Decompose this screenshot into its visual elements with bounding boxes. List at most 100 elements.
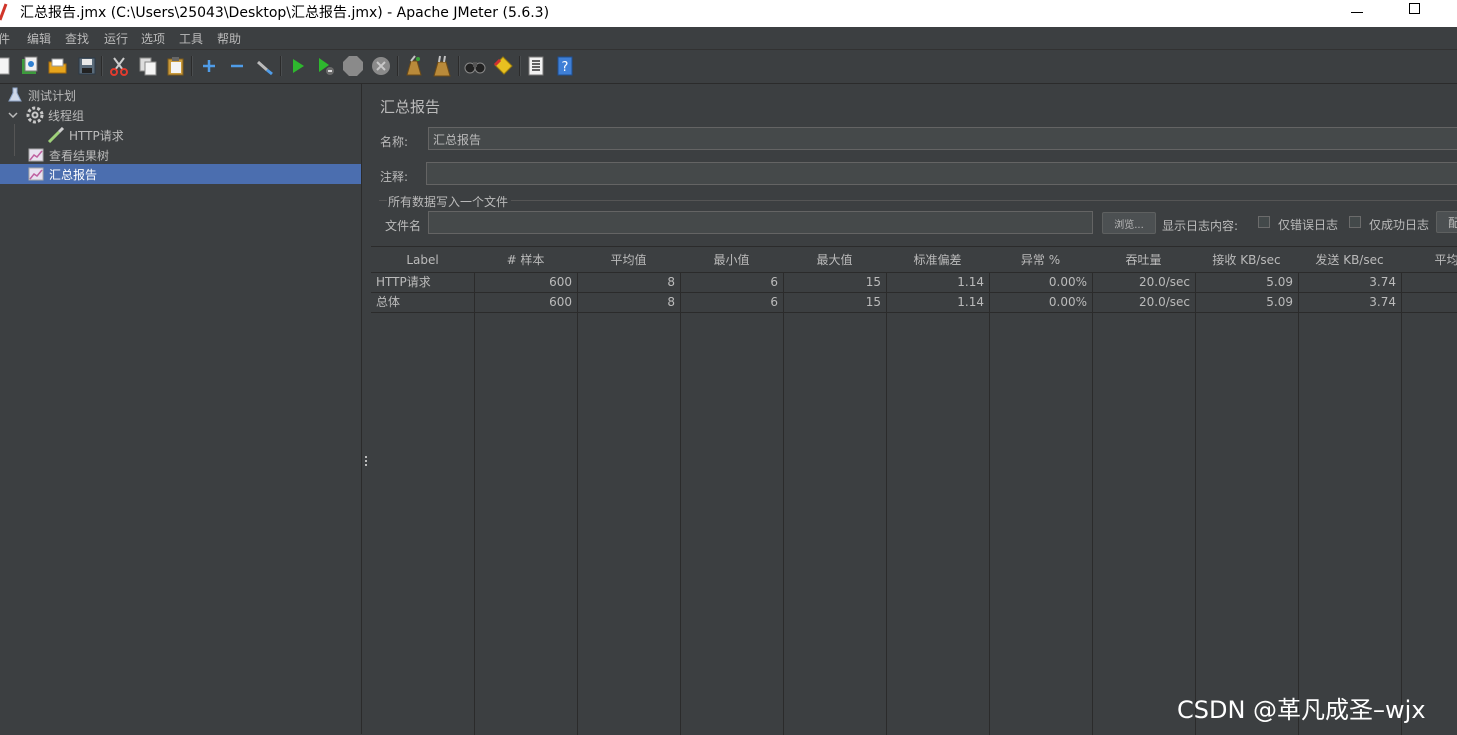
menu-bar: 件 编辑 查找 运行 选项 工具 帮助 bbox=[0, 27, 1457, 50]
column-header[interactable]: 异常 % bbox=[989, 247, 1093, 273]
menu-file[interactable]: 件 bbox=[0, 30, 10, 47]
save-icon[interactable] bbox=[76, 55, 98, 77]
filename-label: 文件名 bbox=[385, 219, 422, 233]
maximize-button[interactable] bbox=[1409, 3, 1420, 14]
table-cell: 5.09 bbox=[1195, 273, 1299, 293]
start-icon[interactable] bbox=[287, 55, 309, 77]
table-cell: 6 bbox=[680, 293, 784, 313]
column-header[interactable]: 最小值 bbox=[680, 247, 784, 273]
graph-icon bbox=[28, 148, 44, 162]
log-content-label: 显示日志内容: bbox=[1162, 219, 1239, 233]
table-cell: 15 bbox=[783, 273, 887, 293]
tree-item-summary-report[interactable]: 汇总报告 bbox=[0, 164, 361, 184]
column-header[interactable]: 吞吐量 bbox=[1092, 247, 1196, 273]
table-row[interactable]: HTTP请求 600 8 6 15 1.14 0.00% 20.0/sec 5.… bbox=[371, 273, 1457, 293]
tree-item-http-request[interactable]: HTTP请求 bbox=[47, 125, 124, 145]
browse-button[interactable]: 浏览... bbox=[1102, 212, 1156, 234]
name-field[interactable]: 汇总报告 bbox=[428, 127, 1457, 150]
help-icon[interactable]: ? bbox=[554, 55, 576, 77]
column-header[interactable]: 最大值 bbox=[783, 247, 887, 273]
split-pane-divider[interactable] bbox=[361, 84, 371, 734]
chevron-down-icon[interactable] bbox=[8, 110, 18, 120]
shutdown-icon[interactable] bbox=[370, 55, 392, 77]
table-cell: 3.74 bbox=[1298, 293, 1402, 313]
menu-options[interactable]: 选项 bbox=[141, 30, 165, 47]
window-title: 汇总报告.jmx (C:\Users\25043\Desktop\汇总报告.jm… bbox=[20, 5, 550, 21]
svg-text:?: ? bbox=[562, 60, 569, 75]
start-no-pause-icon[interactable] bbox=[315, 55, 337, 77]
comment-label: 注释: bbox=[380, 170, 409, 184]
table-header: Label # 样本 平均值 最小值 最大值 标准偏差 异常 % 吞吐量 接收 … bbox=[371, 247, 1457, 273]
pipette-icon bbox=[47, 127, 65, 143]
cut-icon[interactable] bbox=[108, 55, 130, 77]
configure-button[interactable]: 配 bbox=[1436, 211, 1457, 233]
table-cell: 总体 bbox=[371, 293, 475, 313]
toolbar: ? bbox=[0, 50, 1457, 84]
table-cell: 3.74 bbox=[1298, 273, 1402, 293]
column-header[interactable]: Label bbox=[371, 247, 475, 273]
stop-icon[interactable] bbox=[342, 55, 364, 77]
table-cell: 20.0/sec bbox=[1092, 293, 1196, 313]
paste-icon[interactable] bbox=[165, 55, 187, 77]
jmeter-logo-icon bbox=[0, 3, 8, 21]
table-cell: HTTP请求 bbox=[371, 273, 475, 293]
menu-tools[interactable]: 工具 bbox=[179, 30, 203, 47]
menu-help[interactable]: 帮助 bbox=[217, 30, 241, 47]
reset-search-icon[interactable] bbox=[492, 55, 514, 77]
table-cell: 8 bbox=[577, 273, 681, 293]
test-plan-tree: 测试计划 线程组 HTTP请求 查看结果树 汇总报告 bbox=[0, 84, 361, 734]
function-helper-icon[interactable] bbox=[525, 55, 547, 77]
column-header[interactable]: 平均字 bbox=[1401, 247, 1457, 273]
filename-field[interactable] bbox=[428, 211, 1093, 234]
table-cell: 0.00% bbox=[989, 273, 1093, 293]
table-cell: 20.0/sec bbox=[1092, 273, 1196, 293]
tree-item-label: HTTP请求 bbox=[69, 128, 124, 143]
clear-icon[interactable] bbox=[403, 55, 425, 77]
flask-icon bbox=[8, 87, 22, 102]
menu-search[interactable]: 查找 bbox=[65, 30, 89, 47]
collapse-icon[interactable] bbox=[226, 55, 248, 77]
summary-report-panel: 汇总报告 名称: 汇总报告 注释: 所有数据写入一个文件 文件名 浏览... 显… bbox=[371, 84, 1457, 735]
results-table: Label # 样本 平均值 最小值 最大值 标准偏差 异常 % 吞吐量 接收 … bbox=[371, 246, 1457, 735]
column-header[interactable]: 发送 KB/sec bbox=[1298, 247, 1402, 273]
toggle-icon[interactable] bbox=[254, 55, 276, 77]
watermark: CSDN @革凡成圣–wjx bbox=[1177, 696, 1426, 724]
search-icon[interactable] bbox=[464, 55, 486, 77]
column-header[interactable]: 标准偏差 bbox=[886, 247, 990, 273]
column-header[interactable]: # 样本 bbox=[474, 247, 578, 273]
templates-icon[interactable] bbox=[19, 55, 41, 77]
table-cell bbox=[1401, 273, 1457, 293]
menu-edit[interactable]: 编辑 bbox=[27, 30, 51, 47]
gear-icon bbox=[26, 106, 44, 124]
table-cell bbox=[1401, 293, 1457, 313]
column-header[interactable]: 接收 KB/sec bbox=[1195, 247, 1299, 273]
tree-item-test-plan[interactable]: 测试计划 bbox=[8, 85, 76, 105]
errors-only-label: 仅错误日志 bbox=[1278, 218, 1339, 232]
table-cell: 15 bbox=[783, 293, 887, 313]
tree-item-thread-group[interactable]: 线程组 bbox=[8, 105, 84, 125]
column-header[interactable]: 平均值 bbox=[577, 247, 681, 273]
name-label: 名称: bbox=[380, 135, 409, 149]
tree-item-view-results-tree[interactable]: 查看结果树 bbox=[28, 145, 109, 165]
errors-only-checkbox[interactable] bbox=[1258, 216, 1270, 228]
menu-run[interactable]: 运行 bbox=[104, 30, 128, 47]
table-cell: 5.09 bbox=[1195, 293, 1299, 313]
clear-all-icon[interactable] bbox=[431, 55, 453, 77]
copy-icon[interactable] bbox=[137, 55, 159, 77]
tree-item-label: 测试计划 bbox=[28, 88, 77, 103]
tree-item-label: 汇总报告 bbox=[49, 167, 98, 182]
tree-item-label: 线程组 bbox=[48, 108, 85, 123]
expand-icon[interactable] bbox=[198, 55, 220, 77]
tree-item-label: 查看结果树 bbox=[49, 148, 110, 163]
new-icon[interactable] bbox=[0, 55, 14, 77]
table-cell: 600 bbox=[474, 293, 578, 313]
minimize-button[interactable] bbox=[1351, 12, 1363, 13]
success-only-checkbox[interactable] bbox=[1349, 216, 1361, 228]
table-cell: 1.14 bbox=[886, 293, 990, 313]
success-only-label: 仅成功日志 bbox=[1369, 218, 1430, 232]
open-icon[interactable] bbox=[47, 55, 69, 77]
table-cell: 6 bbox=[680, 273, 784, 293]
table-row[interactable]: 总体 600 8 6 15 1.14 0.00% 20.0/sec 5.09 3… bbox=[371, 293, 1457, 313]
table-cell: 600 bbox=[474, 273, 578, 293]
comment-field[interactable] bbox=[426, 162, 1457, 185]
